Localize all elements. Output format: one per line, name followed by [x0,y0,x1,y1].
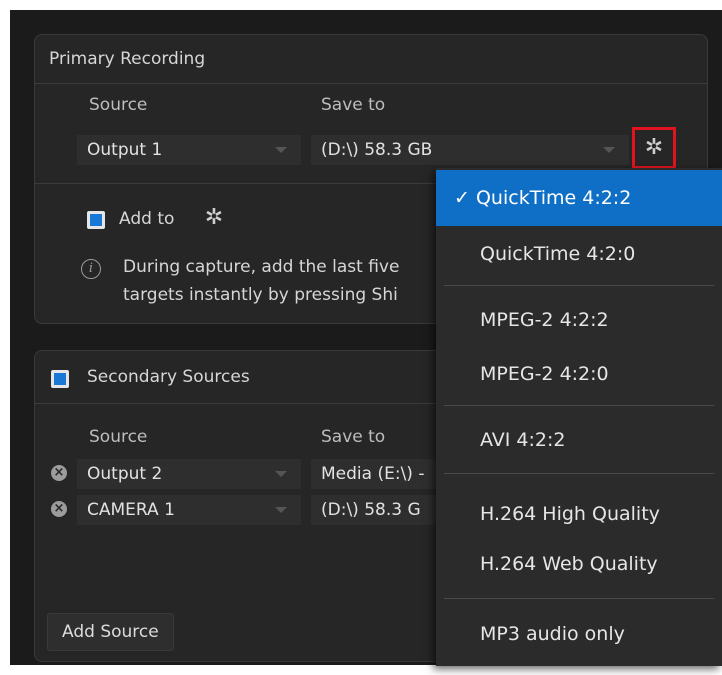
chevron-down-icon [275,471,287,477]
secondary-saveto-label: Save to [321,427,386,447]
info-text-line-2: targets instantly by pressing Shi [123,285,398,305]
primary-source-value: Output 1 [87,140,163,160]
menu-item-mpeg2-422[interactable]: MPEG-2 4:2:2 [436,292,722,348]
primary-title-divider [35,83,707,84]
menu-separator [444,405,714,406]
menu-separator [444,285,714,286]
secondary-source-value: Output 2 [87,464,163,484]
menu-separator [444,473,714,474]
remove-icon[interactable]: × [51,501,67,517]
add-to-label: Add to [119,209,175,229]
menu-item-quicktime-420[interactable]: QuickTime 4:2:0 [436,226,722,282]
secondary-saveto-value: (D:\) 58.3 G [321,500,421,520]
secondary-source-select[interactable]: CAMERA 1 [77,495,301,525]
add-to-checkbox[interactable] [87,211,105,229]
secondary-source-label: Source [89,427,148,447]
info-text-line-1: During capture, add the last five [123,257,400,277]
secondary-source-select[interactable]: Output 2 [77,459,301,489]
menu-item-label: QuickTime 4:2:2 [475,187,632,209]
checkmark-icon: ✓ [454,187,476,209]
primary-recording-title: Primary Recording [49,49,206,69]
recording-format-menu: ✓ QuickTime 4:2:2 QuickTime 4:2:0 MPEG-2… [436,168,722,666]
primary-source-select[interactable]: Output 1 [77,135,301,165]
menu-item-h264-web[interactable]: H.264 Web Quality [436,536,722,592]
chevron-down-icon [275,507,287,513]
chevron-down-icon [275,147,287,153]
secondary-sources-title: Secondary Sources [87,367,250,387]
menu-separator [444,598,714,599]
menu-item-avi-422[interactable]: AVI 4:2:2 [436,412,722,468]
gear-icon[interactable]: ✲ [203,207,225,229]
primary-saveto-value: (D:\) 58.3 GB [321,140,433,160]
add-source-button[interactable]: Add Source [47,613,174,651]
menu-item-mp3-audio[interactable]: MP3 audio only [436,606,722,662]
menu-item-quicktime-422[interactable]: ✓ QuickTime 4:2:2 [436,170,722,226]
info-icon: i [81,259,101,279]
secondary-source-value: CAMERA 1 [87,500,175,520]
gear-icon[interactable]: ✲ [643,137,665,159]
secondary-sources-checkbox[interactable] [51,370,69,388]
menu-item-h264-high[interactable]: H.264 High Quality [436,486,722,542]
primary-source-label: Source [89,95,148,115]
menu-item-mpeg2-420[interactable]: MPEG-2 4:2:0 [436,346,722,402]
remove-icon[interactable]: × [51,465,67,481]
primary-saveto-label: Save to [321,95,386,115]
primary-saveto-select[interactable]: (D:\) 58.3 GB [311,135,629,165]
chevron-down-icon [603,147,615,153]
secondary-saveto-value: Media (E:\) - [321,464,425,484]
